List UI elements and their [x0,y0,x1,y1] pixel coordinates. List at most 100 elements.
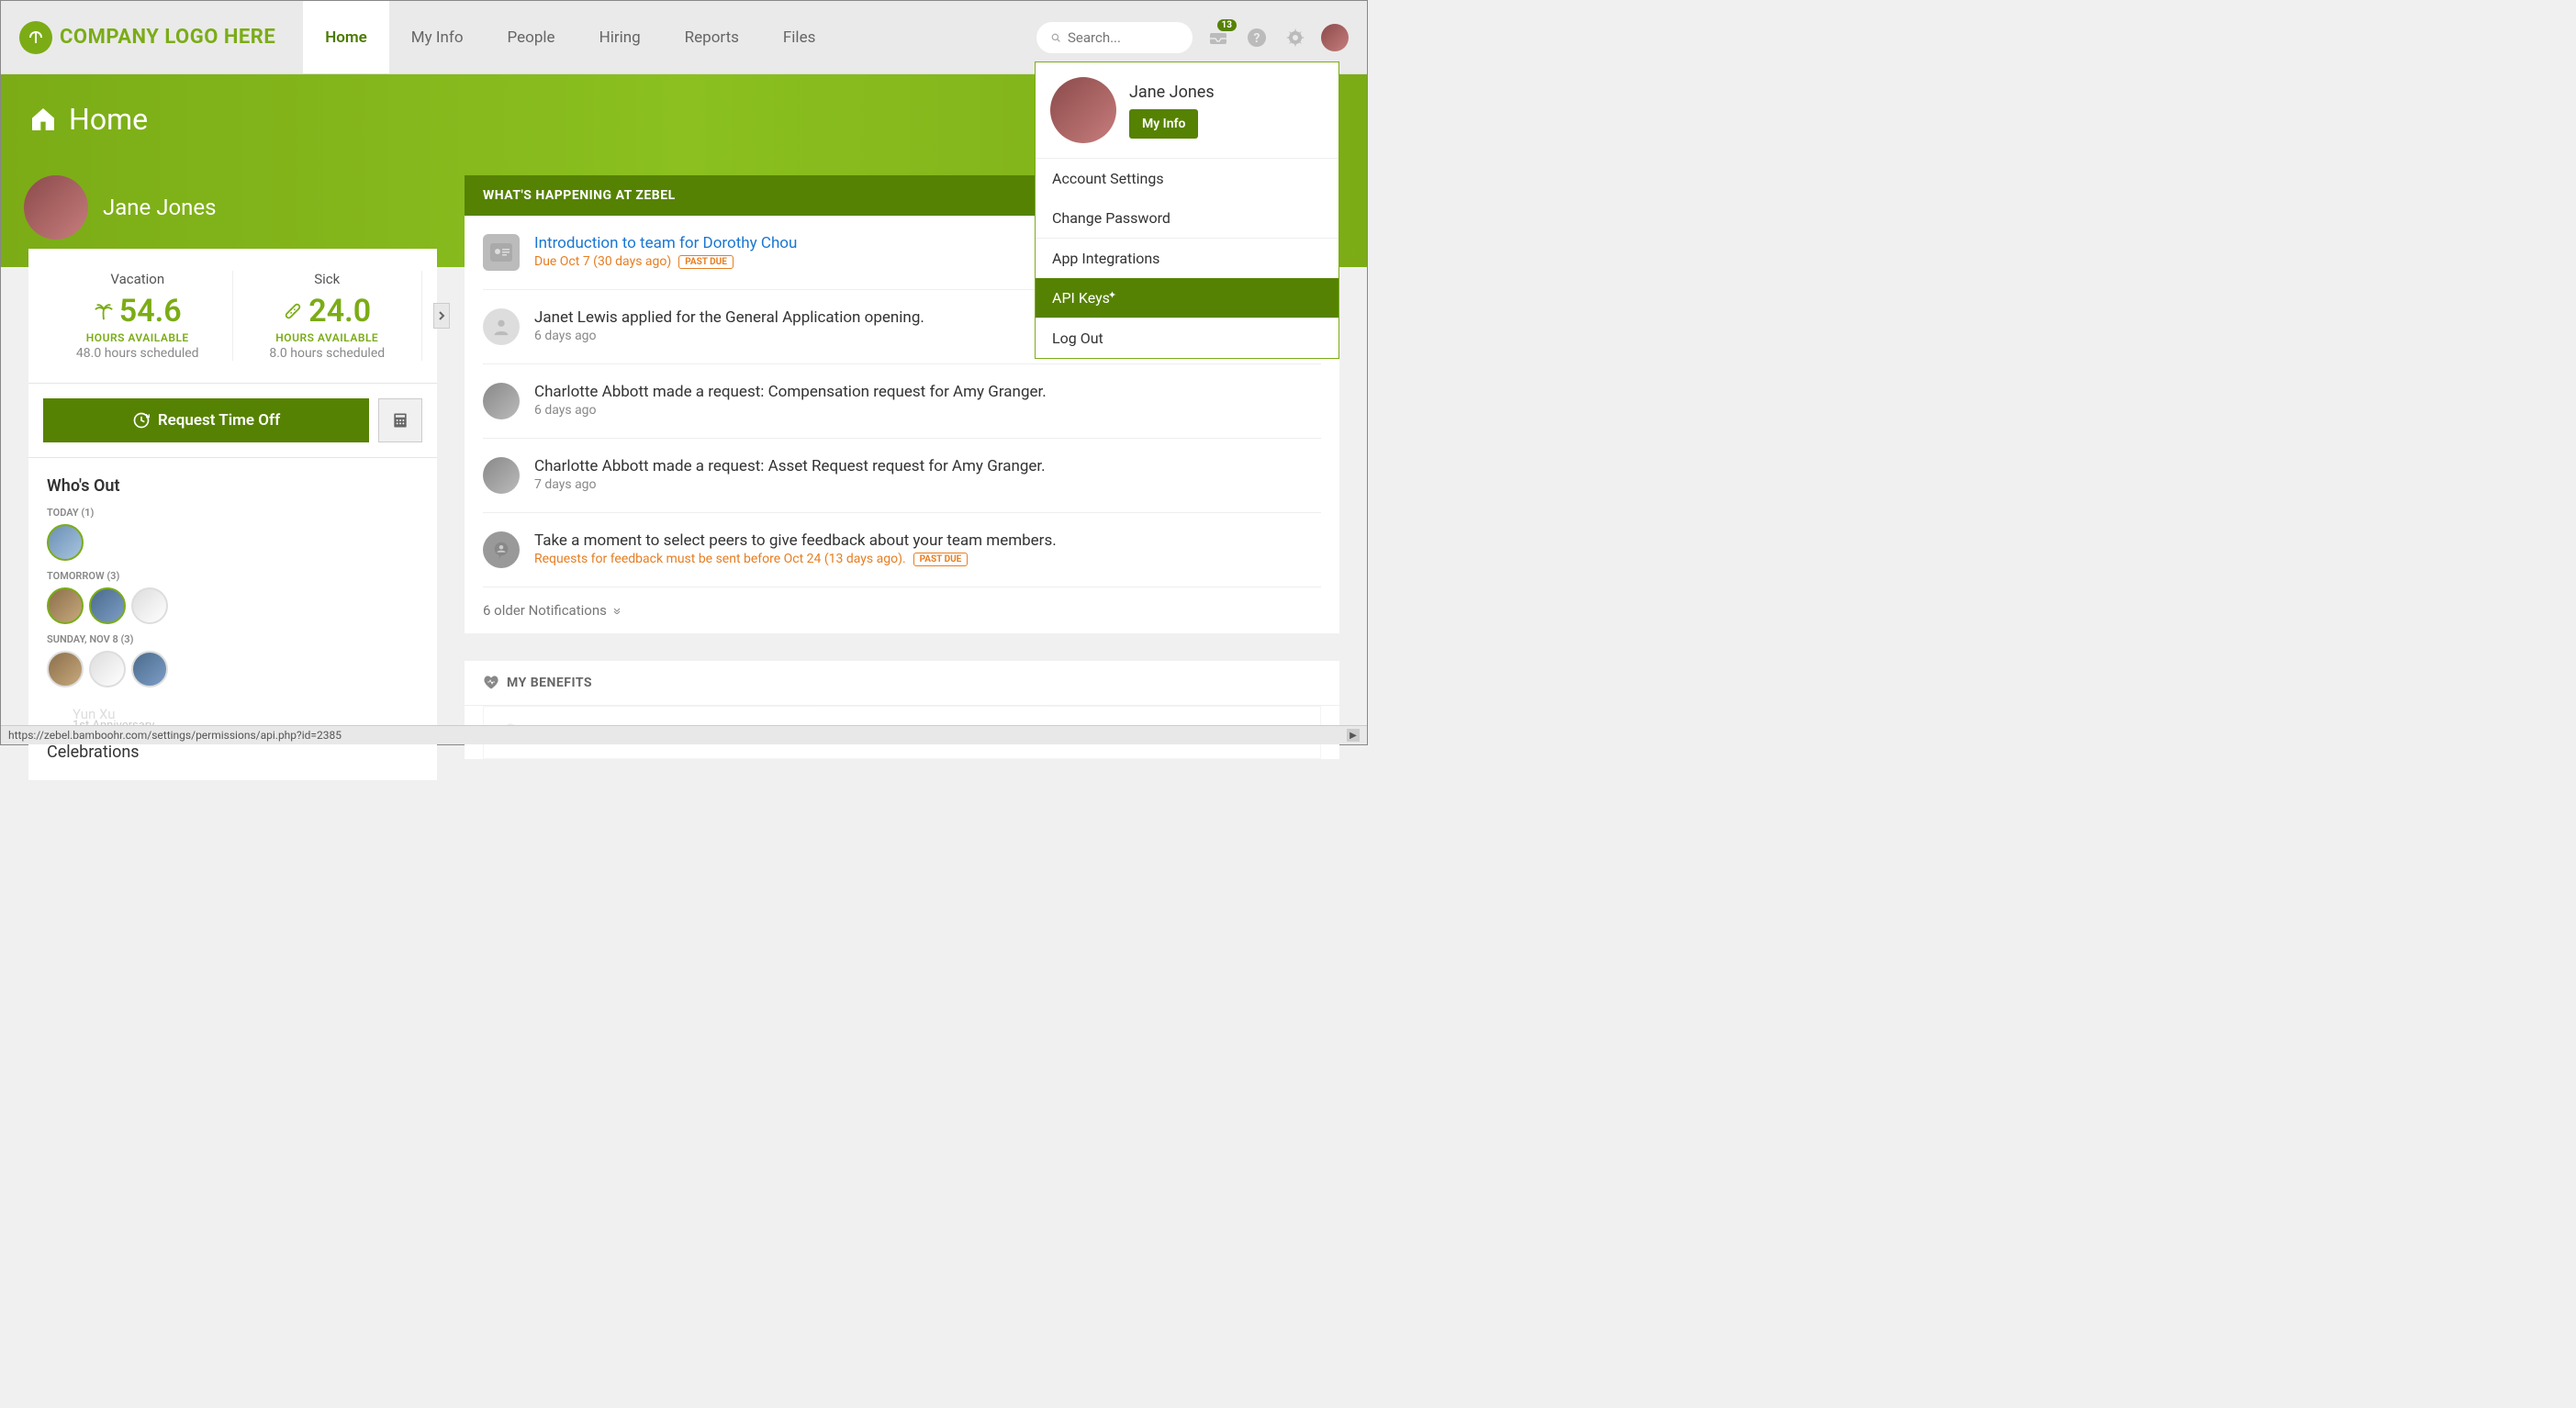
settings-button[interactable] [1282,25,1308,50]
feed-item-note: Requests for feedback must be sent befor… [534,552,906,566]
nav-my-info[interactable]: My Info [389,1,486,73]
help-icon: ? [1246,27,1268,49]
palm-icon [94,301,114,321]
heart-icon [483,676,499,690]
calculator-icon [391,411,409,430]
nav-home[interactable]: Home [303,1,389,73]
whos-out-today-label: TODAY (1) [47,507,419,519]
avatar[interactable] [47,651,84,687]
avatar[interactable] [131,587,168,624]
whos-out-tomorrow-label: TOMORROW (3) [47,570,419,582]
sidebar: Jane Jones Vacation 54.6 HOURS AVAILABLE… [28,175,437,780]
chevron-down-icon [612,607,622,614]
feed-item-time: 6 days ago [534,403,1321,418]
sick-balance[interactable]: Sick 24.0 HOURS AVAILABLE 8.0 hours sche… [233,271,423,361]
vacation-balance[interactable]: Vacation 54.6 HOURS AVAILABLE 48.0 hours… [43,271,233,361]
rto-label: Request Time Off [158,411,280,430]
dropdown-app-integrations[interactable]: App Integrations [1036,239,1338,278]
avatar[interactable] [89,587,126,624]
company-logo[interactable]: COMPANY LOGO HERE [19,21,275,54]
feed-item-title: Charlotte Abbott made a request: Asset R… [534,457,1321,475]
feed-item-title: Take a moment to select peers to give fe… [534,531,1321,550]
logo-icon [19,21,52,54]
dropdown-change-password[interactable]: Change Password [1036,198,1338,238]
status-bar: https://zebel.bamboohr.com/settings/perm… [1,725,1367,744]
nav-files[interactable]: Files [761,1,837,73]
sick-caption: HOURS AVAILABLE [233,331,422,344]
feed-item: Charlotte Abbott made a request: Asset R… [483,439,1321,513]
calculator-button[interactable] [378,398,422,442]
bandage-icon [283,301,303,321]
older-notifications-text: 6 older Notifications [483,602,607,619]
avatar[interactable] [483,457,520,494]
vacation-value: 54.6 [43,293,232,330]
feed-item-link[interactable]: Introduction to team for Dorothy Chou [534,234,797,252]
gear-icon [1284,27,1306,49]
inbox-button[interactable]: 13 [1205,25,1231,50]
scroll-right-button[interactable]: ▶ [1347,729,1360,742]
avatar[interactable] [89,651,126,687]
id-card-icon [483,234,520,271]
whos-out-section: Who's Out TODAY (1) TOMORROW (3) SUNDAY,… [28,458,437,706]
avatar[interactable] [47,587,84,624]
vacation-caption: HOURS AVAILABLE [43,331,232,344]
dropdown-log-out[interactable]: Log Out [1036,318,1338,358]
dropdown-api-keys[interactable]: API Keys✦ [1036,278,1338,318]
leave-balance-section: Vacation 54.6 HOURS AVAILABLE 48.0 hours… [28,249,437,384]
avatar[interactable] [483,383,520,419]
nav-reports[interactable]: Reports [663,1,761,73]
dropdown-user-name: Jane Jones [1129,83,1215,102]
clock-icon [132,411,151,430]
nav-people[interactable]: People [486,1,577,73]
feed-item-title: Charlotte Abbott made a request: Compens… [534,383,1321,401]
feed-item: Charlotte Abbott made a request: Compens… [483,364,1321,439]
search-icon [1051,30,1060,45]
request-time-off-button[interactable]: Request Time Off [43,398,369,442]
feed-item-meta: Requests for feedback must be sent befor… [534,552,1321,566]
avatar[interactable] [47,524,84,561]
topbar-right: 13 ? [1036,22,1349,53]
benefits-header-text: MY BENEFITS [507,676,592,690]
chevron-right-icon [438,310,445,321]
home-icon [28,105,58,134]
leave-next-button[interactable] [433,303,450,329]
chat-icon [483,531,520,568]
vacation-scheduled: 48.0 hours scheduled [43,346,232,361]
user-dropdown-menu: Jane Jones My Info Account Settings Chan… [1035,61,1339,359]
feed-content: Take a moment to select peers to give fe… [534,531,1321,568]
past-due-badge: PAST DUE [678,255,734,269]
feed-item-due: Due Oct 7 (30 days ago) [534,254,671,269]
nav-hiring[interactable]: Hiring [577,1,663,73]
dropdown-account-settings[interactable]: Account Settings [1036,159,1338,198]
whos-out-tomorrow-avatars [47,587,419,624]
feed-item: Take a moment to select peers to give fe… [483,513,1321,587]
whos-out-sunday-avatars [47,651,419,687]
person-icon [483,308,520,345]
my-info-button[interactable]: My Info [1129,109,1198,139]
dropdown-header: Jane Jones My Info [1036,62,1338,159]
avatar[interactable] [131,651,168,687]
feed-content: Charlotte Abbott made a request: Compens… [534,383,1321,419]
feed-item-time: 7 days ago [534,477,1321,492]
user-avatar[interactable] [24,175,88,240]
benefits-header: MY BENEFITS [465,661,1339,706]
whos-out-sunday-label: SUNDAY, NOV 8 (3) [47,633,419,645]
sick-label: Sick [233,271,422,287]
svg-text:?: ? [1254,31,1260,46]
inbox-badge: 13 [1217,19,1237,31]
help-button[interactable]: ? [1244,25,1270,50]
sick-value: 24.0 [233,293,422,330]
sick-scheduled: 8.0 hours scheduled [233,346,422,361]
sidebar-card: Vacation 54.6 HOURS AVAILABLE 48.0 hours… [28,249,437,780]
user-name: Jane Jones [103,195,217,220]
status-url: https://zebel.bamboohr.com/settings/perm… [8,729,342,742]
whos-out-title: Who's Out [47,476,419,496]
search-input[interactable] [1068,29,1178,46]
user-header: Jane Jones [24,157,437,249]
logo-text: COMPANY LOGO HERE [60,26,275,49]
user-avatar-button[interactable] [1321,24,1349,51]
search-box[interactable] [1036,22,1193,53]
older-notifications-button[interactable]: 6 older Notifications [483,587,1321,633]
dropdown-avatar [1050,77,1116,143]
whos-out-today-avatars [47,524,419,561]
